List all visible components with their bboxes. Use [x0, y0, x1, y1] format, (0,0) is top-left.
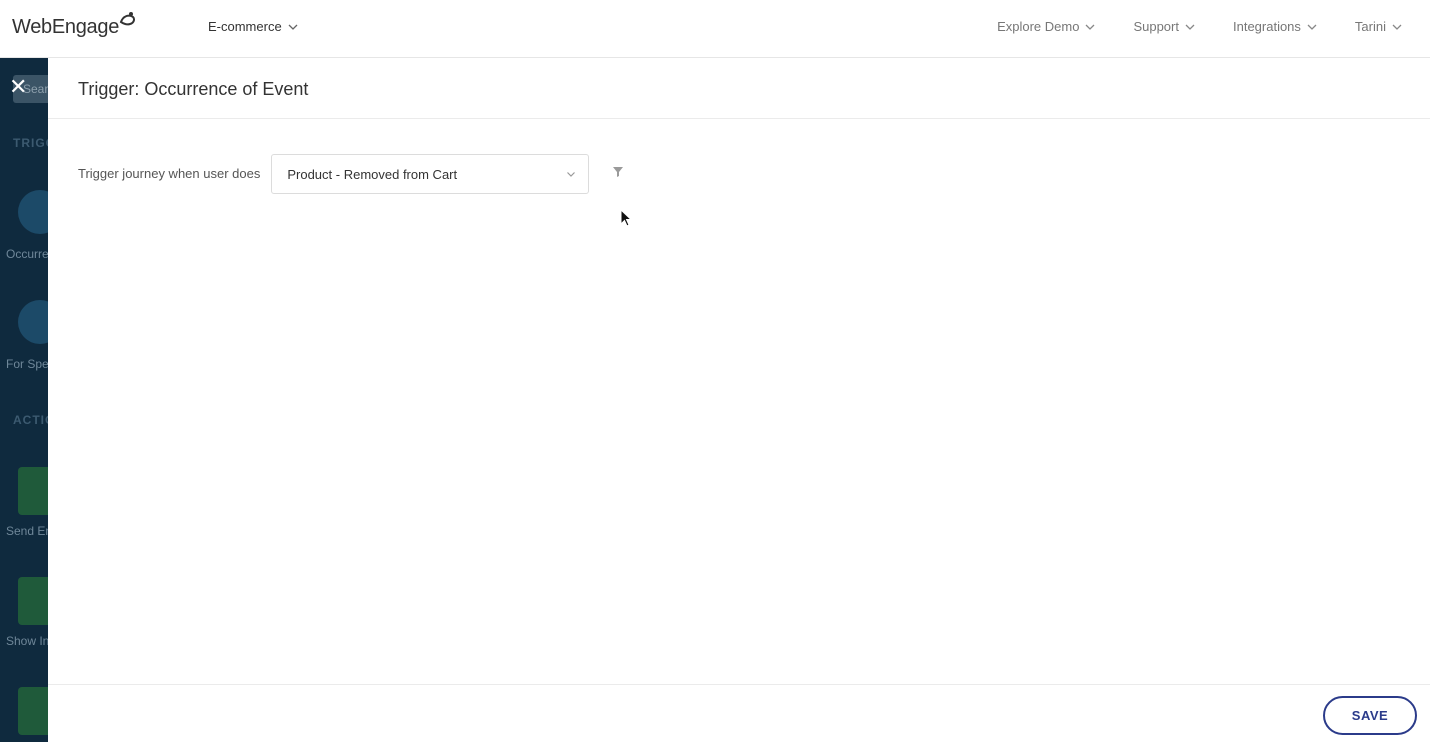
sidebar-section-actions: ACTIONS	[13, 413, 48, 427]
nav-user-menu[interactable]: Tarini	[1355, 19, 1402, 34]
bird-logo-icon	[119, 12, 136, 26]
chevron-down-icon	[1085, 24, 1095, 30]
nav-support[interactable]: Support	[1133, 19, 1195, 34]
close-icon[interactable]: ✕	[9, 75, 27, 99]
sidebar-item-show-in-app[interactable]: Show In-App	[6, 633, 48, 650]
filter-icon[interactable]	[612, 166, 624, 178]
user-name: Tarini	[1354, 19, 1386, 34]
save-button[interactable]: SAVE	[1323, 696, 1417, 735]
email-icon[interactable]	[18, 467, 48, 515]
top-header: WebEngage E-commerce Explore Demo Suppor…	[0, 0, 1430, 58]
sidebar-item-occurrence[interactable]: Occurrence of Event	[6, 246, 48, 263]
chevron-down-icon	[1185, 24, 1195, 30]
sidebar-section-triggers: TRIGGERS	[13, 136, 48, 150]
nav-explore-demo[interactable]: Explore Demo	[997, 19, 1095, 34]
arrow-action-icon[interactable]	[18, 687, 48, 735]
trigger-row: Trigger journey when user does Product -…	[78, 154, 590, 194]
logo-text: WebEngage	[12, 15, 120, 38]
webengage-logo[interactable]: WebEngage	[12, 10, 139, 44]
trigger-panel: Trigger: Occurrence of Event Trigger jou…	[48, 58, 1430, 742]
sidebar-item-specific-users[interactable]: For Specific Users	[6, 356, 48, 373]
event-select-value: Product - Removed from Cart	[287, 166, 458, 182]
project-name: E-commerce	[208, 19, 282, 34]
header-nav: Explore Demo Support Integrations Tarini	[997, 19, 1402, 34]
nav-integrations[interactable]: Integrations	[1233, 19, 1317, 34]
page-title: Trigger: Occurrence of Event	[78, 79, 309, 99]
event-select[interactable]: Product - Removed from Cart	[271, 154, 590, 194]
chevron-down-icon	[567, 172, 576, 177]
csv-icon[interactable]	[18, 300, 48, 344]
sidebar-item-send-email[interactable]: Send Email	[6, 523, 48, 540]
chevron-down-icon	[1392, 24, 1402, 30]
nav-explore-demo-label: Explore Demo	[997, 19, 1080, 34]
panel-header: Trigger: Occurrence of Event	[48, 58, 1430, 119]
chevron-down-icon	[288, 24, 298, 30]
project-dropdown[interactable]: E-commerce	[208, 19, 298, 34]
trigger-label: Trigger journey when user does	[78, 165, 261, 181]
journey-sidebar: Search ✕ TRIGGERS Occurrence of Event Fo…	[0, 58, 48, 742]
panel-footer: SAVE	[48, 684, 1430, 742]
nav-support-label: Support	[1133, 19, 1179, 34]
in-app-icon[interactable]	[18, 577, 48, 625]
chevron-down-icon	[1307, 24, 1317, 30]
mouse-cursor-icon	[620, 209, 633, 227]
nav-integrations-label: Integrations	[1232, 19, 1301, 34]
star-icon[interactable]	[18, 190, 48, 234]
